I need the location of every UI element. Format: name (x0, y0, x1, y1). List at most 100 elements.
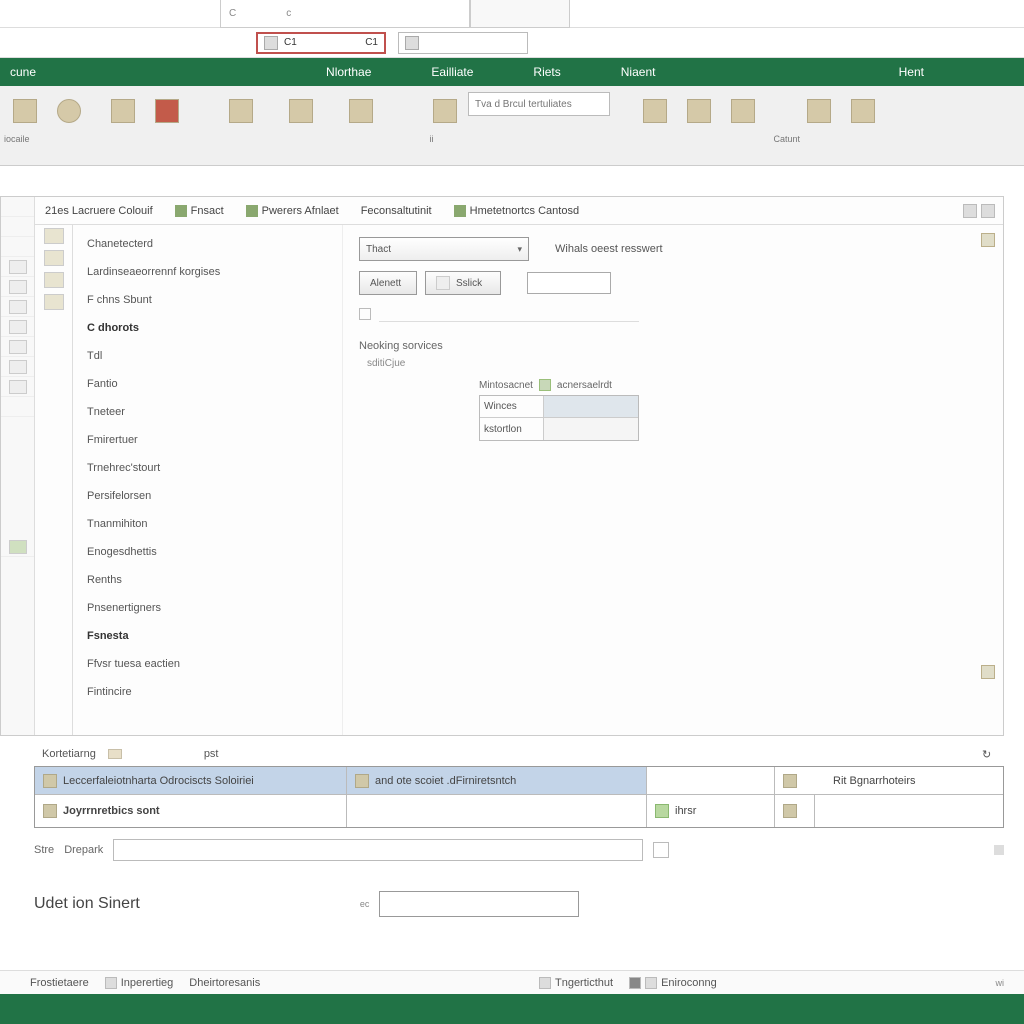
side-mini-icon[interactable] (44, 294, 64, 310)
nav-item-3[interactable]: Fmirertuer (83, 431, 342, 449)
panel-tab-2[interactable]: Pwerers Afnlaet (244, 201, 341, 221)
bar-r1-c2[interactable]: and ote scoiet .dFirniretsntch (347, 767, 647, 794)
panel-tab-0[interactable]: 21es Lacruere Colouif (43, 201, 155, 221)
ruler-icon[interactable] (9, 360, 27, 374)
form-small-icon[interactable] (359, 308, 371, 320)
side-mini-icon[interactable] (44, 272, 64, 288)
subtab-2[interactable] (398, 32, 528, 54)
btn-icon (436, 276, 450, 290)
ruler-icon[interactable] (9, 280, 27, 294)
nav-top-1[interactable]: Lardinseaeorrennf korgises (83, 263, 342, 281)
ruler-icon[interactable] (9, 260, 27, 274)
form-dropdown-1[interactable]: Thact (359, 237, 529, 261)
toolbar-search-input[interactable] (469, 99, 609, 110)
nav-item-9[interactable]: Pnsenertigners (83, 599, 342, 617)
tool-btn-8[interactable] (424, 92, 466, 130)
refresh-icon[interactable]: ↻ (982, 748, 996, 760)
side-mini-icon[interactable] (44, 250, 64, 266)
panel-mini-icon-2[interactable] (981, 204, 995, 218)
form-btn-1-label: Alenett (370, 278, 401, 289)
tool-btn-9[interactable] (634, 92, 676, 130)
nav-top-2[interactable]: F chns Sbunt (83, 291, 342, 309)
search-icon[interactable] (653, 842, 669, 858)
nav-top-0[interactable]: Chanetecterd (83, 235, 342, 253)
bar-header-icon[interactable] (108, 749, 122, 759)
nav-item-1[interactable]: Fantio (83, 375, 342, 393)
panel-tab-3[interactable]: Feconsaltutinit (359, 201, 434, 221)
location-input[interactable] (379, 891, 579, 917)
tool-btn-7[interactable] (332, 92, 390, 130)
titlebar-tab-1[interactable]: C c (220, 0, 470, 28)
bar-r2-c4b[interactable] (815, 795, 1003, 827)
panel-tab-3-label: Feconsaltutinit (361, 205, 432, 217)
nav-item-2[interactable]: Tneteer (83, 403, 342, 421)
form-btn-2[interactable]: Sslick (425, 271, 501, 295)
nav-item-6[interactable]: Tnanmihiton (83, 515, 342, 533)
tool-btn-2[interactable] (48, 92, 90, 130)
nav-item-5[interactable]: Persifelorsen (83, 487, 342, 505)
bar-r1-c4[interactable]: Rit Bgnarrhoteirs (775, 767, 1003, 794)
tool-btn-6[interactable] (272, 92, 330, 130)
main-panel: 21es Lacruere Colouif Fnsact Pwerers Afn… (35, 197, 1003, 735)
tool-btn-12[interactable] (798, 92, 840, 130)
form-input-1[interactable] (527, 272, 611, 294)
subform-icon[interactable] (539, 379, 551, 391)
search-input[interactable] (113, 839, 643, 861)
tool-btn-3[interactable] (102, 92, 144, 130)
bar-r2-c4a[interactable] (775, 795, 815, 827)
ruler-icon[interactable] (9, 540, 27, 554)
ribbon-tab-3[interactable]: Niaent (621, 65, 656, 79)
tool-btn-11[interactable] (722, 92, 764, 130)
ribbon-tab-2[interactable]: Riets (533, 65, 560, 79)
checkbox-icon (539, 977, 551, 989)
form-btn-1[interactable]: Alenett (359, 271, 417, 295)
nav-item-4[interactable]: Trnehrec'stourt (83, 459, 342, 477)
ruler-icon[interactable] (9, 320, 27, 334)
nav-bottom-0[interactable]: Ffvsr tuesa eactien (83, 655, 342, 673)
tool-btn-1[interactable] (4, 92, 46, 130)
bar-r1-c1[interactable]: Leccerfaleiotnharta Odrociscts Soloiriei (35, 767, 347, 794)
tool-btn-13[interactable] (842, 92, 884, 130)
panel-tab-1[interactable]: Fnsact (173, 201, 226, 221)
mt-row-1-cell[interactable] (544, 418, 638, 440)
corner-icon-top[interactable] (981, 233, 995, 247)
tool-btn-5[interactable] (212, 92, 270, 130)
bar-r1-c3[interactable] (647, 767, 775, 794)
nav-bottom-1[interactable]: Fintincire (83, 683, 342, 701)
ribbon-file-label[interactable]: cune (0, 65, 46, 79)
side-mini-icon[interactable] (44, 228, 64, 244)
panel-tab-4[interactable]: Hmetetnortcs Cantosd (452, 201, 581, 221)
status-center-1[interactable]: Eniroconng (629, 977, 717, 989)
ribbon-tab-0[interactable]: Nlorthae (326, 65, 371, 79)
mini-table: Winces kstortlon (479, 395, 639, 441)
tool-btn-4[interactable] (146, 92, 188, 130)
subtab-1[interactable]: C1 C1 (256, 32, 386, 54)
bar-r2-c3[interactable]: ihrsr (647, 795, 775, 827)
status-left-0[interactable]: Frostietaere (30, 977, 89, 989)
ribbon-tab-1[interactable]: Eailliate (431, 65, 473, 79)
panel-mini-icon-1[interactable] (963, 204, 977, 218)
toolbar: iocaile ii Catunt (0, 86, 1024, 166)
ruler-icon[interactable] (9, 300, 27, 314)
status-left-1[interactable]: Inperertieg (105, 977, 174, 989)
form-area: Thact Wihals oeest resswert Alenett Ssli… (343, 225, 1003, 735)
nav-item-7[interactable]: Enogesdhettis (83, 543, 342, 561)
toolbar-search[interactable] (468, 92, 610, 116)
search-right-icon[interactable] (994, 845, 1004, 855)
titlebar: C c (0, 0, 1024, 28)
ribbon-right-label[interactable]: Hent (899, 65, 924, 79)
bar-r2-c2[interactable] (347, 795, 647, 827)
status-icon (105, 977, 117, 989)
bar-r2-c1[interactable]: Joyrrnretbics sont (35, 795, 347, 827)
nav-item-8[interactable]: Renths (83, 571, 342, 589)
status-center-0[interactable]: Tngerticthut (539, 977, 613, 989)
tool-btn-10[interactable] (678, 92, 720, 130)
ruler-icon[interactable] (9, 340, 27, 354)
corner-icon-bottom[interactable] (981, 665, 995, 679)
nav-item-0[interactable]: Tdl (83, 347, 342, 365)
status-left-2[interactable]: Dheirtoresanis (189, 977, 260, 989)
titlebar-tab-2[interactable] (470, 0, 570, 28)
generic-icon (13, 99, 37, 123)
mt-row-0-cell[interactable] (544, 396, 638, 417)
ruler-icon[interactable] (9, 380, 27, 394)
